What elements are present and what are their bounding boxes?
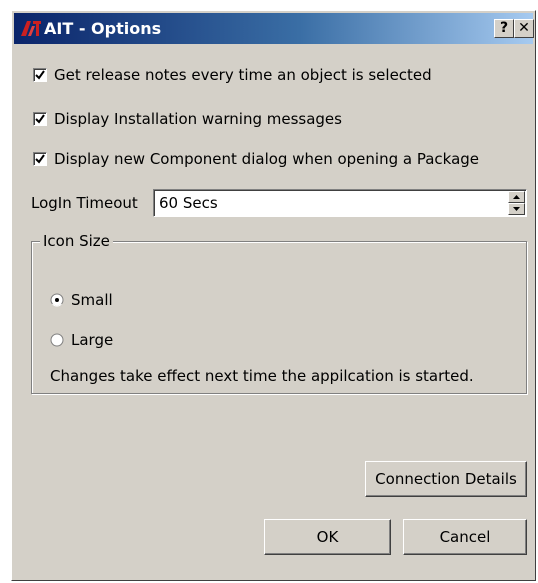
cancel-button[interactable]: Cancel xyxy=(403,519,527,555)
arrow-down-icon xyxy=(513,207,520,211)
options-dialog: AIT - Options ? ✕ Get release notes ever… xyxy=(11,10,536,581)
window-title: AIT - Options xyxy=(44,19,162,38)
title-bar[interactable]: AIT - Options ? ✕ xyxy=(14,13,534,44)
icon-size-group: Icon Size Small Large Changes take effec… xyxy=(31,231,527,394)
ait-logo-icon xyxy=(21,21,41,36)
checkmark-icon xyxy=(35,154,45,164)
radio-unselected-icon[interactable] xyxy=(50,333,64,347)
help-button[interactable]: ? xyxy=(494,19,514,38)
login-timeout-label: LogIn Timeout xyxy=(31,194,138,212)
spin-up-button[interactable] xyxy=(508,191,525,203)
icon-size-large-label: Large xyxy=(71,331,114,349)
release-notes-checkbox[interactable] xyxy=(33,68,47,82)
arrow-up-icon xyxy=(513,195,520,199)
release-notes-label: Get release notes every time an object i… xyxy=(54,66,432,84)
icon-size-legend: Icon Size xyxy=(40,231,113,251)
checkmark-icon xyxy=(35,70,45,80)
connection-details-button[interactable]: Connection Details xyxy=(365,461,527,497)
restart-note: Changes take effect next time the appilc… xyxy=(50,367,474,385)
close-button[interactable]: ✕ xyxy=(514,19,534,38)
install-warnings-label: Display Installation warning messages xyxy=(54,110,342,128)
install-warnings-checkbox[interactable] xyxy=(33,112,47,126)
login-timeout-spinner[interactable]: 60 Secs xyxy=(153,189,527,217)
login-timeout-value[interactable]: 60 Secs xyxy=(159,193,218,213)
spin-down-button[interactable] xyxy=(508,203,525,215)
new-component-checkbox[interactable] xyxy=(33,152,47,166)
radio-selected-icon[interactable] xyxy=(50,293,64,307)
checkmark-icon xyxy=(35,114,45,124)
icon-size-small-label: Small xyxy=(71,291,113,309)
new-component-label: Display new Component dialog when openin… xyxy=(54,150,480,168)
ok-button[interactable]: OK xyxy=(264,519,391,555)
